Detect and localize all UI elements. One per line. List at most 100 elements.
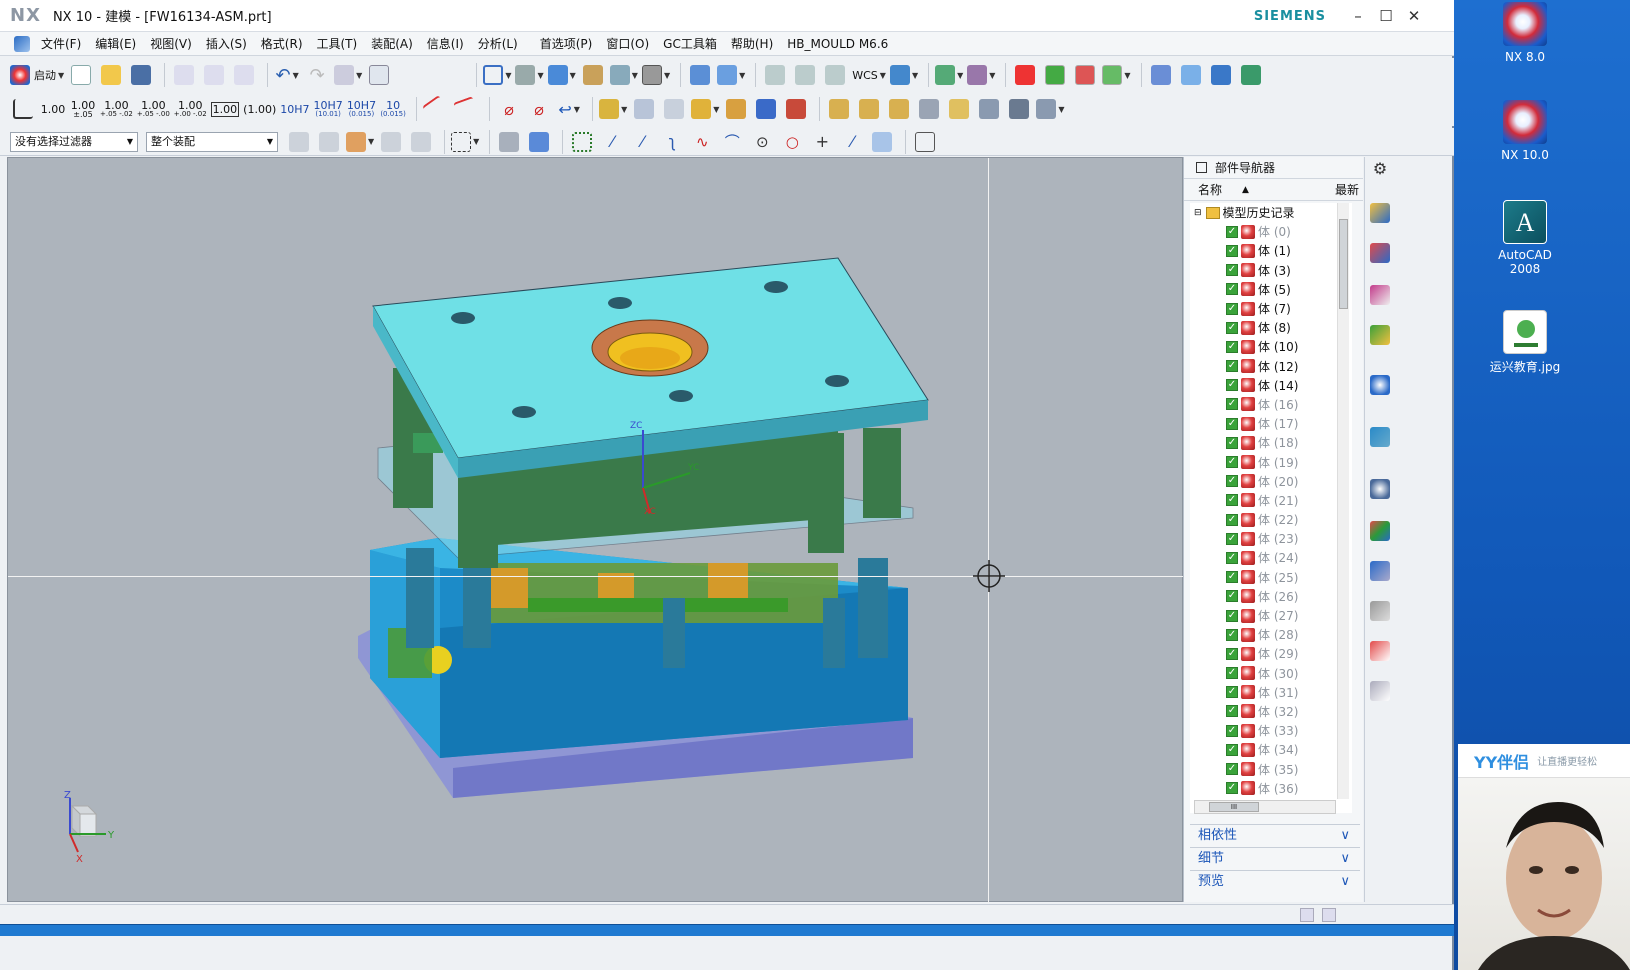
visibility-checkbox[interactable]: ✓ [1226, 551, 1238, 564]
tree-body-row[interactable]: ✓ 体 (23) [1190, 529, 1352, 548]
tree-body-row[interactable]: ✓ 体 (17) [1190, 414, 1352, 433]
assembly-navigator-icon[interactable] [1370, 203, 1390, 223]
dim-format-8[interactable]: 10H7 [280, 95, 309, 123]
desktop-icon-image[interactable]: 运兴教育.jpg [1482, 310, 1568, 375]
graph-button[interactable]: ▼ [1102, 61, 1131, 89]
dim-format-2[interactable]: 1.00 ±.05 [70, 95, 96, 123]
tree-body-row[interactable]: ✓ 体 (7) [1190, 299, 1352, 318]
visibility-checkbox[interactable]: ✓ [1226, 532, 1238, 545]
desktop-icon-nx8[interactable]: NX 8.0 [1482, 2, 1568, 64]
chart-button[interactable] [1042, 61, 1068, 89]
command-finder-button[interactable] [366, 61, 392, 89]
mould-wizard-1[interactable]: ▼ [599, 95, 627, 123]
solid-filter-button[interactable] [496, 128, 522, 156]
mould-wizard-14[interactable] [1006, 95, 1032, 123]
tree-body-row[interactable]: ✓ 体 (29) [1190, 644, 1352, 663]
undo-button[interactable]: ↶ ▼ [274, 61, 300, 89]
mould-wizard-6[interactable] [753, 95, 779, 123]
tree-body-row[interactable]: ✓ 体 (19) [1190, 452, 1352, 471]
tree-body-row[interactable]: ✓ 体 (16) [1190, 395, 1352, 414]
menu-info[interactable]: 信息(I) [420, 32, 471, 56]
tree-body-row[interactable]: ✓ 体 (5) [1190, 280, 1352, 299]
dim-format-3[interactable]: 1.00 +.05 -.02 [100, 95, 133, 123]
visibility-checkbox[interactable]: ✓ [1226, 264, 1238, 277]
clock-icon[interactable] [1370, 479, 1390, 499]
visibility-checkbox[interactable]: ✓ [1226, 763, 1238, 776]
selection-scope-select[interactable]: 整个装配 ▼ [146, 131, 278, 152]
menu-gc-toolbox[interactable]: GC工具箱 [656, 32, 724, 56]
dim-format-4[interactable]: 1.00 +.05 -.00 [137, 95, 170, 123]
mould-wizard-2[interactable] [631, 95, 657, 123]
mould-tool-2[interactable] [1178, 61, 1204, 89]
visibility-checkbox[interactable]: ✓ [1226, 360, 1238, 373]
system-scenes-icon[interactable] [1370, 681, 1390, 701]
visibility-checkbox[interactable]: ✓ [1226, 705, 1238, 718]
visibility-checkbox[interactable]: ✓ [1226, 590, 1238, 603]
tree-body-row[interactable]: ✓ 体 (25) [1190, 568, 1352, 587]
tree-body-row[interactable]: ✓ 体 (3) [1190, 261, 1352, 280]
visibility-checkbox[interactable]: ✓ [1226, 340, 1238, 353]
save-button[interactable] [128, 61, 154, 89]
background-button[interactable]: ▼ [641, 61, 670, 89]
web-browser-icon[interactable] [1370, 375, 1390, 395]
visibility-checkbox[interactable]: ✓ [1226, 475, 1238, 488]
panel-details[interactable]: 细节 ∨ [1190, 847, 1360, 869]
wcs-button[interactable]: WCS ▼ [852, 61, 886, 89]
menu-view[interactable]: 视图(V) [143, 32, 199, 56]
mould-tool-1[interactable] [1148, 61, 1174, 89]
tree-body-row[interactable]: ✓ 体 (36) [1190, 779, 1352, 798]
close-button[interactable]: ✕ [1402, 4, 1426, 28]
menu-help[interactable]: 帮助(H) [724, 32, 780, 56]
graphics-viewport[interactable]: ZC YC XC Z Y X [7, 157, 1184, 903]
menu-analysis[interactable]: 分析(L) [471, 32, 525, 56]
desktop-icon-nx10[interactable]: NX 10.0 [1482, 100, 1568, 162]
favorite-button[interactable] [1012, 61, 1038, 89]
cut-button[interactable] [171, 61, 197, 89]
delete-chart-button[interactable] [1072, 61, 1098, 89]
mould-tool-4[interactable] [1238, 61, 1264, 89]
snap-intersection-button[interactable]: + [809, 128, 835, 156]
tree-body-row[interactable]: ✓ 体 (12) [1190, 357, 1352, 376]
dim-format-1[interactable]: 1.00 [40, 95, 66, 123]
paste-button[interactable] [231, 61, 257, 89]
shaded-button[interactable]: ▼ [547, 61, 576, 89]
tree-body-row[interactable]: ✓ 体 (34) [1190, 740, 1352, 759]
visibility-checkbox[interactable]: ✓ [1226, 283, 1238, 296]
tree-root-row[interactable]: ⊟ 模型历史记录 [1190, 203, 1352, 222]
visibility-checkbox[interactable]: ✓ [1226, 724, 1238, 737]
measure-button[interactable]: ▼ [935, 61, 963, 89]
status-grid-icon[interactable] [1300, 908, 1314, 922]
tree-body-row[interactable]: ✓ 体 (32) [1190, 702, 1352, 721]
manufacturing-wizard-icon[interactable] [1370, 561, 1390, 581]
reverse-button[interactable]: ↩ ▼ [556, 95, 582, 123]
tree-body-row[interactable]: ✓ 体 (22) [1190, 510, 1352, 529]
menu-tools[interactable]: 工具(T) [310, 32, 365, 56]
dim-format-10[interactable]: 10H7 (0.015) [347, 95, 376, 123]
visibility-checkbox[interactable]: ✓ [1226, 628, 1238, 641]
repeat-command-button[interactable]: ▼ [334, 61, 362, 89]
tree-body-row[interactable]: ✓ 体 (35) [1190, 759, 1352, 778]
radius-dim-button[interactable] [422, 95, 451, 123]
snap-curve-button[interactable]: ʅ [659, 128, 685, 156]
tree-body-row[interactable]: ✓ 体 (26) [1190, 587, 1352, 606]
panel-preview[interactable]: 预览 ∨ [1190, 870, 1360, 892]
mould-wizard-3[interactable] [661, 95, 687, 123]
body-filter-button[interactable] [526, 128, 552, 156]
snap-grid-button[interactable] [912, 128, 938, 156]
dim-format-11[interactable]: 10 (0.015) [380, 95, 406, 123]
diameter-dim-button[interactable]: ⌀ [496, 95, 522, 123]
assembly-tool-1[interactable] [687, 61, 713, 89]
maximize-button[interactable]: ☐ [1374, 4, 1398, 28]
navigator-vertical-scrollbar[interactable] [1337, 203, 1349, 799]
dim-format-5[interactable]: 1.00 +.00 -.02 [174, 95, 207, 123]
visibility-checkbox[interactable]: ✓ [1226, 321, 1238, 334]
tree-body-row[interactable]: ✓ 体 (0) [1190, 222, 1352, 241]
mould-wizard-15[interactable]: ▼ [1036, 95, 1065, 123]
rectangle-select-button[interactable]: ▼ [451, 128, 479, 156]
visibility-checkbox[interactable]: ✓ [1226, 302, 1238, 315]
snap-wave-button[interactable]: ∿ [689, 128, 715, 156]
visibility-checkbox[interactable]: ✓ [1226, 686, 1238, 699]
visibility-checkbox[interactable]: ✓ [1226, 225, 1238, 238]
tree-body-row[interactable]: ✓ 体 (8) [1190, 318, 1352, 337]
tree-body-row[interactable]: ✓ 体 (14) [1190, 376, 1352, 395]
